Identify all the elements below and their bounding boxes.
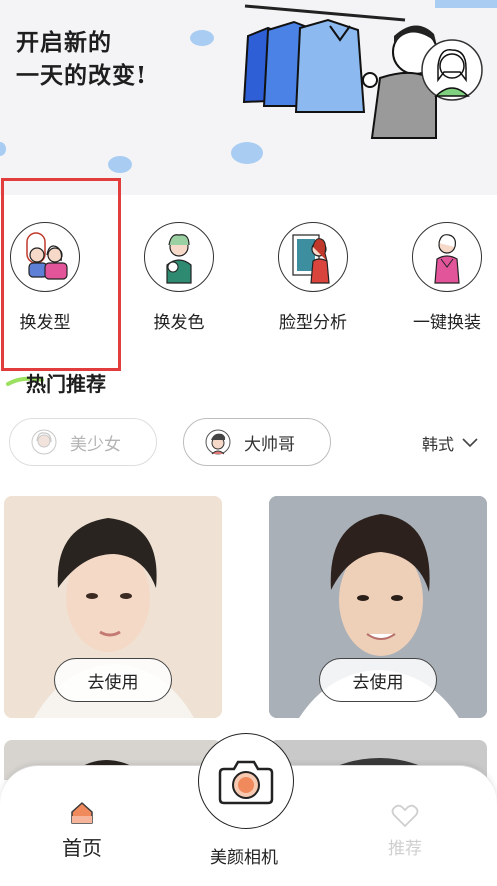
camera-label: 美颜相机 xyxy=(210,848,278,868)
hairstyle-card[interactable]: 去使用 xyxy=(4,496,222,718)
feature-outfit[interactable]: 一键换装 xyxy=(402,222,492,337)
hairstyle-swap-icon xyxy=(10,222,80,292)
girl-avatar-icon xyxy=(31,429,57,455)
nav-home[interactable]: 首页 xyxy=(62,800,102,861)
banner-title: 开启新的 一天的改变! xyxy=(16,26,147,92)
hair-color-icon xyxy=(144,222,214,292)
chip-label: 大帅哥 xyxy=(244,434,295,455)
decor-dot xyxy=(108,156,132,173)
camera-icon xyxy=(218,760,274,805)
heart-icon xyxy=(391,804,419,828)
banner-title-line1: 开启新的 xyxy=(16,29,112,56)
nav-recommend[interactable]: 推荐 xyxy=(388,804,422,859)
top-banner[interactable]: 开启新的 一天的改变! xyxy=(0,0,497,195)
home-icon xyxy=(71,802,93,824)
chip-girl[interactable]: 美少女 xyxy=(9,418,157,466)
feature-hair-color[interactable]: 换发色 xyxy=(134,222,224,337)
chip-guy[interactable]: 大帅哥 xyxy=(183,418,331,466)
chevron-down-icon xyxy=(462,438,478,448)
feature-label: 换发型 xyxy=(19,313,71,333)
clothes-rack-illustration xyxy=(242,0,497,139)
style-dropdown[interactable]: 韩式 xyxy=(422,431,478,455)
camera-button[interactable] xyxy=(198,733,294,829)
feature-label: 换发色 xyxy=(153,313,205,333)
banner-title-line2: 一天的改变! xyxy=(16,62,148,89)
nav-label: 首页 xyxy=(62,836,102,860)
use-button[interactable]: 去使用 xyxy=(54,658,172,702)
nav-label: 推荐 xyxy=(388,839,422,859)
face-shape-analysis-icon xyxy=(278,222,348,292)
section-title-hot: 热门推荐 xyxy=(26,372,106,396)
chip-label: 美少女 xyxy=(70,434,121,455)
decor-dot xyxy=(190,30,214,46)
feature-row: 换发型 换发色 脸型分析 一键换装 xyxy=(0,222,497,342)
outfit-change-icon xyxy=(412,222,482,292)
feature-face-shape[interactable]: 脸型分析 xyxy=(268,222,358,337)
feature-label: 一键换装 xyxy=(413,313,481,333)
use-button[interactable]: 去使用 xyxy=(319,658,437,702)
hairstyle-card[interactable]: 去使用 xyxy=(269,496,487,718)
boy-avatar-icon xyxy=(205,429,231,455)
decor-dot xyxy=(0,142,6,156)
feature-hairstyle[interactable]: 换发型 xyxy=(0,222,90,337)
feature-label: 脸型分析 xyxy=(279,313,347,333)
style-dropdown-value: 韩式 xyxy=(422,435,455,454)
